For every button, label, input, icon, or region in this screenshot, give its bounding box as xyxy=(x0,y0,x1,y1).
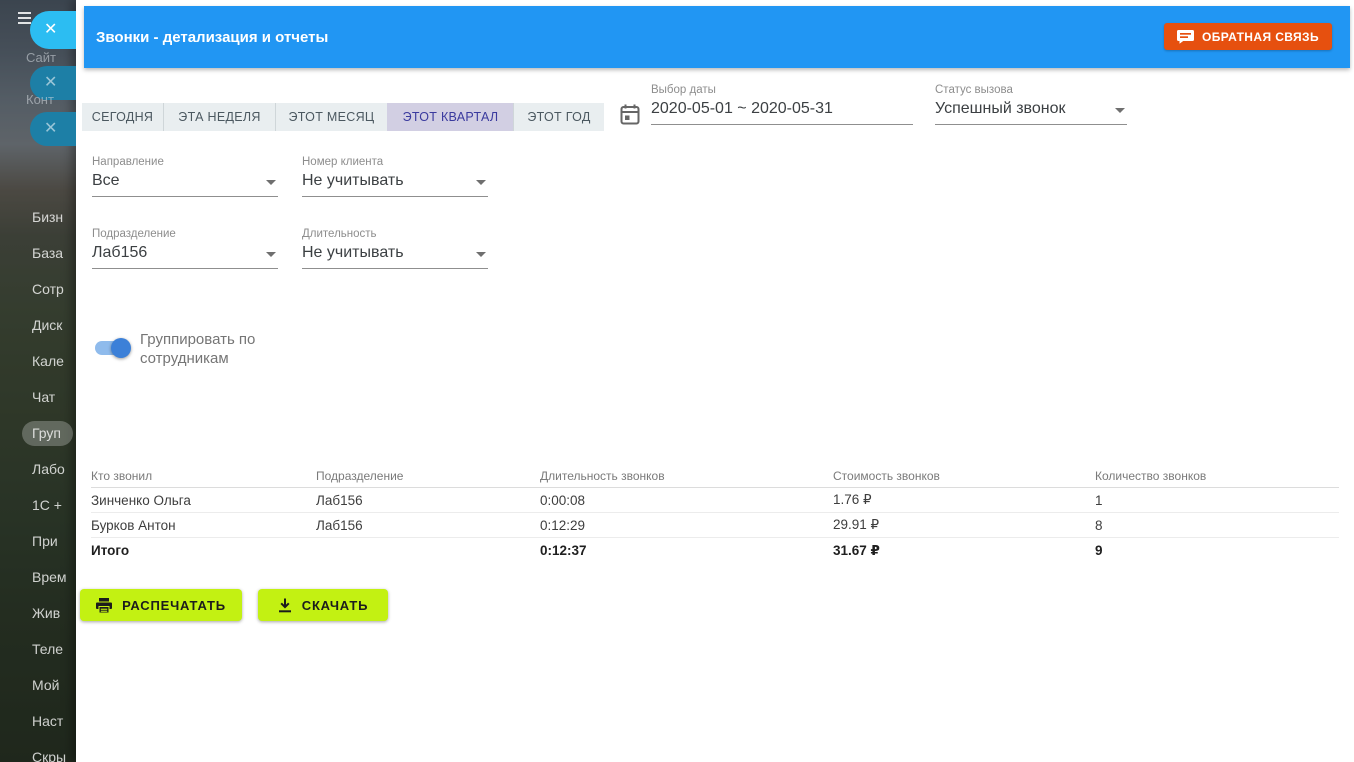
department-select[interactable]: Подразделение Лаб156 xyxy=(92,228,278,269)
chevron-down-icon xyxy=(476,252,486,257)
sidebar-item-employees[interactable]: Сотр xyxy=(32,279,73,300)
sidebar-item-lab[interactable]: Лабо xyxy=(32,459,73,480)
download-icon xyxy=(278,598,292,613)
call-status-value: Успешный звонок xyxy=(935,100,1066,118)
total-duration: 0:12:37 xyxy=(540,543,833,558)
close-icon: ✕ xyxy=(44,22,57,38)
sidebar-item-1c[interactable]: 1С + xyxy=(32,495,73,516)
chevron-down-icon xyxy=(266,180,276,185)
total-count: 9 xyxy=(1095,543,1111,558)
col-header-caller: Кто звонил xyxy=(91,469,316,483)
col-header-department: Подразделение xyxy=(316,469,540,483)
cell-duration: 0:00:08 xyxy=(540,493,833,508)
panel-header: Звонки - детализация и отчеты ОБРАТНАЯ С… xyxy=(84,6,1350,68)
cell-department: Лаб156 xyxy=(316,518,540,533)
call-status-select[interactable]: Статус вызова Успешный звонок xyxy=(935,84,1127,125)
cell-duration: 0:12:29 xyxy=(540,518,833,533)
sidebar-item-apps[interactable]: При xyxy=(32,531,73,552)
client-number-select[interactable]: Номер клиента Не учитывать xyxy=(302,156,488,197)
direction-value: Все xyxy=(92,172,120,190)
sidebar-item-time[interactable]: Врем xyxy=(32,567,73,588)
col-header-count: Количество звонков xyxy=(1095,469,1214,483)
date-range-value: 2020-05-01 ~ 2020-05-31 xyxy=(651,100,833,118)
total-label: Итого xyxy=(91,543,316,558)
close-icon: ✕ xyxy=(44,121,57,137)
chevron-down-icon xyxy=(476,180,486,185)
table-total-row: Итого 0:12:37 31.67 ₽ 9 xyxy=(91,538,1339,563)
tab-this-week[interactable]: ЭТА НЕДЕЛЯ xyxy=(163,103,275,131)
sidebar-item-base[interactable]: База xyxy=(32,243,73,264)
feedback-button[interactable]: ОБРАТНАЯ СВЯЗЬ xyxy=(1164,23,1332,50)
sidebar-item-site[interactable]: Сайт xyxy=(26,50,76,65)
close-icon: ✕ xyxy=(44,75,57,91)
cell-cost: 1.76 ₽ xyxy=(833,492,1095,508)
sidebar-item-feed[interactable]: Жив xyxy=(32,603,73,624)
slider-close-button[interactable]: ✕ xyxy=(30,11,76,49)
sidebar-item-telephony[interactable]: Теле xyxy=(32,639,73,660)
cell-count: 1 xyxy=(1095,493,1111,508)
hamburger-icon[interactable] xyxy=(18,12,31,24)
duration-value: Не учитывать xyxy=(302,244,404,262)
tab-this-quarter[interactable]: ЭТОТ КВАРТАЛ xyxy=(387,103,513,131)
report-panel: Звонки - детализация и отчеты ОБРАТНАЯ С… xyxy=(76,0,1354,762)
table-header-row: Кто звонил Подразделение Длительность зв… xyxy=(91,464,1339,488)
download-button[interactable]: СКАЧАТЬ xyxy=(258,589,388,621)
sidebar-item-groups-active[interactable]: Груп xyxy=(22,421,73,446)
cell-cost: 29.91 ₽ xyxy=(833,517,1095,533)
sidebar-item-contacts[interactable]: Конт xyxy=(26,92,76,107)
chevron-down-icon xyxy=(266,252,276,257)
sidebar-item-settings[interactable]: Наст xyxy=(32,711,73,732)
group-by-employee-toggle[interactable] xyxy=(95,340,132,356)
group-by-employee-label: Группировать по сотрудникам xyxy=(140,330,300,368)
direction-label: Направление xyxy=(92,156,164,168)
col-header-duration: Длительность звонков xyxy=(540,469,833,483)
toggle-knob xyxy=(111,338,131,358)
sidebar-item-calendar[interactable]: Кале xyxy=(32,351,73,372)
feedback-button-label: ОБРАТНАЯ СВЯЗЬ xyxy=(1202,30,1319,44)
tab-today[interactable]: СЕГОДНЯ xyxy=(82,103,163,131)
department-label: Подразделение xyxy=(92,228,176,240)
download-button-label: СКАЧАТЬ xyxy=(302,598,368,613)
chevron-down-icon xyxy=(1115,108,1125,113)
col-header-cost: Стоимость звонков xyxy=(833,469,1095,483)
calls-report-table: Кто звонил Подразделение Длительность зв… xyxy=(91,464,1339,563)
cell-caller: Зинченко Ольга xyxy=(91,493,316,508)
sidebar-item-business[interactable]: Бизн xyxy=(32,207,73,228)
calendar-icon[interactable] xyxy=(620,104,640,130)
period-tabs: СЕГОДНЯ ЭТА НЕДЕЛЯ ЭТОТ МЕСЯЦ ЭТОТ КВАРТ… xyxy=(82,103,604,131)
sidebar-item-my[interactable]: Мой xyxy=(32,675,73,696)
cell-department: Лаб156 xyxy=(316,493,540,508)
chat-bubble-icon xyxy=(1177,30,1194,44)
total-cost: 31.67 ₽ xyxy=(833,543,1095,559)
cell-caller: Бурков Антон xyxy=(91,518,316,533)
print-button-label: РАСПЕЧАТАТЬ xyxy=(122,598,226,613)
duration-select[interactable]: Длительность Не учитывать xyxy=(302,228,488,269)
slider-close-button-3[interactable]: ✕ xyxy=(30,112,76,146)
sidebar-item-chat[interactable]: Чат xyxy=(32,387,73,408)
sidebar-item-hide[interactable]: Скры xyxy=(32,747,73,762)
date-range-input[interactable]: Выбор даты 2020-05-01 ~ 2020-05-31 xyxy=(651,84,913,125)
duration-label: Длительность xyxy=(302,228,377,240)
department-value: Лаб156 xyxy=(92,244,147,262)
date-range-label: Выбор даты xyxy=(651,84,716,96)
tab-this-year[interactable]: ЭТОТ ГОД xyxy=(513,103,604,131)
table-row: Бурков Антон Лаб156 0:12:29 29.91 ₽ 8 xyxy=(91,513,1339,538)
printer-icon xyxy=(96,598,112,613)
tab-this-month[interactable]: ЭТОТ МЕСЯЦ xyxy=(275,103,387,131)
sidebar-menu: Бизн База Сотр Диск Кале Чат Груп Лабо 1… xyxy=(32,207,73,762)
page-title: Звонки - детализация и отчеты xyxy=(96,6,328,68)
client-number-value: Не учитывать xyxy=(302,172,404,190)
sidebar-item-disk[interactable]: Диск xyxy=(32,315,73,336)
call-status-label: Статус вызова xyxy=(935,84,1013,96)
direction-select[interactable]: Направление Все xyxy=(92,156,278,197)
print-button[interactable]: РАСПЕЧАТАТЬ xyxy=(80,589,242,621)
cell-count: 8 xyxy=(1095,518,1111,533)
table-row: Зинченко Ольга Лаб156 0:00:08 1.76 ₽ 1 xyxy=(91,488,1339,513)
client-number-label: Номер клиента xyxy=(302,156,383,168)
